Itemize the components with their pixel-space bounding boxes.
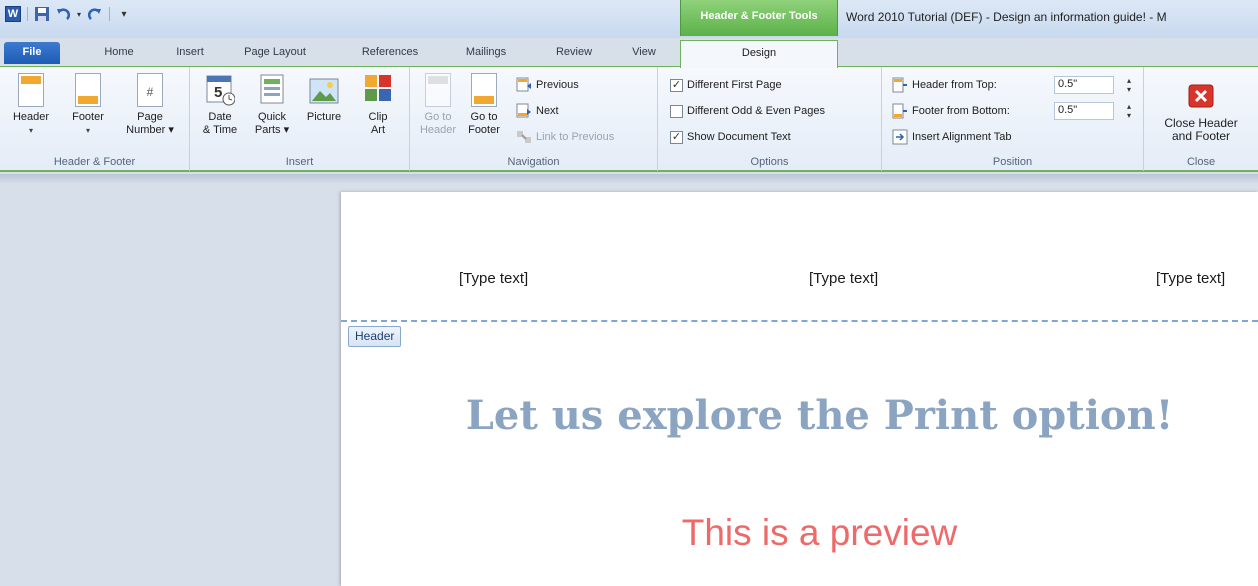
tab-review[interactable]: Review xyxy=(544,42,604,64)
save-icon[interactable] xyxy=(33,5,51,23)
quick-access-toolbar: W ▾ ▾ xyxy=(4,4,133,24)
group-label-options: Options xyxy=(750,156,789,168)
go-to-header-button[interactable]: Go to Header xyxy=(418,73,458,137)
customize-qat-button[interactable]: ▾ xyxy=(115,5,133,23)
page-number-icon: # xyxy=(137,73,163,107)
tab-design[interactable]: Design xyxy=(680,40,838,68)
link-to-previous-button[interactable]: Link to Previous xyxy=(516,127,614,147)
footer-position-icon xyxy=(892,103,907,119)
group-label-navigation: Navigation xyxy=(507,156,560,168)
go-to-footer-button[interactable]: Go to Footer xyxy=(462,73,506,137)
tab-page-layout[interactable]: Page Layout xyxy=(232,42,318,64)
different-first-page-checkbox[interactable]: ✓ Different First Page xyxy=(670,75,782,95)
footer-dropdown-icon: ▾ xyxy=(85,126,90,135)
next-icon xyxy=(516,103,531,118)
tab-insert[interactable]: Insert xyxy=(166,42,214,64)
tab-references[interactable]: References xyxy=(350,42,430,64)
date-time-button[interactable]: 5 Date & Time xyxy=(196,73,244,137)
window-title: Word 2010 Tutorial (DEF) - Design an inf… xyxy=(846,10,1167,24)
go-to-footer-icon xyxy=(471,73,497,107)
group-options: ✓ Different First Page Different Odd & E… xyxy=(658,67,882,171)
group-insert: 5 Date & Time Quick Parts ▾ Picture Clip… xyxy=(190,67,410,171)
different-odd-even-checkbox[interactable]: Different Odd & Even Pages xyxy=(670,101,825,121)
clip-art-button[interactable]: Clip Art xyxy=(354,73,402,137)
quick-parts-button[interactable]: Quick Parts ▾ xyxy=(248,73,296,137)
previous-button[interactable]: Previous xyxy=(516,75,579,95)
tab-view[interactable]: View xyxy=(618,42,670,64)
qat-separator xyxy=(27,7,28,21)
tab-home[interactable]: Home xyxy=(94,42,144,64)
group-header-footer: Header ▾ Footer ▾ # Page Number ▾ Header… xyxy=(0,67,190,171)
word-logo-icon[interactable]: W xyxy=(4,5,22,23)
qat-separator xyxy=(109,7,110,21)
header-position-icon xyxy=(892,77,907,93)
group-navigation: Go to Header Go to Footer Previous Next … xyxy=(410,67,658,171)
calendar-number: 5 xyxy=(214,84,222,101)
tab-mailings[interactable]: Mailings xyxy=(450,42,522,64)
header-tag: Header xyxy=(348,326,402,347)
header-from-top-input[interactable]: 0.5" xyxy=(1054,76,1114,94)
checkbox-checked-icon: ✓ xyxy=(670,130,683,144)
footer-icon xyxy=(75,73,101,107)
footer-from-bottom-label: Footer from Bottom: xyxy=(892,101,1010,121)
ribbon-shadow xyxy=(0,174,1258,184)
undo-icon[interactable] xyxy=(54,5,72,23)
calendar-icon: 5 xyxy=(205,73,236,107)
footer-from-bottom-input[interactable]: 0.5" xyxy=(1054,102,1114,120)
group-label-insert: Insert xyxy=(285,156,314,168)
group-close: Close Header and Footer Close xyxy=(1144,67,1258,171)
header-dropdown-icon: ▾ xyxy=(28,126,33,135)
header-right-text[interactable]: [Type text] xyxy=(1156,270,1225,287)
picture-button[interactable]: Picture xyxy=(298,73,350,124)
ribbon-tab-row: File Home Insert Page Layout References … xyxy=(0,38,1258,68)
close-icon xyxy=(1187,83,1215,109)
picture-icon xyxy=(309,73,339,107)
footer-from-bottom-spinner[interactable]: ▴ ▾ xyxy=(1122,102,1136,120)
insert-alignment-tab-button[interactable]: Insert Alignment Tab xyxy=(892,127,1011,147)
group-label-position: Position xyxy=(992,156,1033,168)
checkbox-checked-icon: ✓ xyxy=(670,78,683,92)
document-subtitle[interactable]: This is a preview xyxy=(341,512,1258,554)
link-icon xyxy=(517,131,531,143)
document-title[interactable]: Let us explore the Print option! xyxy=(341,392,1258,439)
tab-file[interactable]: File xyxy=(4,42,60,64)
undo-dropdown-icon[interactable]: ▾ xyxy=(75,5,83,23)
document-page[interactable]: [Type text] [Type text] [Type text] Head… xyxy=(341,192,1258,586)
header-icon xyxy=(18,73,44,107)
clip-art-icon xyxy=(363,73,393,107)
alignment-tab-icon xyxy=(892,129,908,145)
header-boundary-line xyxy=(341,320,1258,322)
show-document-text-checkbox[interactable]: ✓ Show Document Text xyxy=(670,127,791,147)
checkbox-unchecked-icon xyxy=(670,104,683,118)
redo-icon[interactable] xyxy=(86,5,104,23)
group-position: Header from Top: 0.5" ▴ ▾ Footer from Bot… xyxy=(882,67,1144,171)
go-to-header-icon xyxy=(425,73,451,107)
header-from-top-spinner[interactable]: ▴ ▾ xyxy=(1122,76,1136,94)
footer-button[interactable]: Footer ▾ xyxy=(62,73,114,137)
header-left-text[interactable]: [Type text] xyxy=(459,270,528,287)
next-button[interactable]: Next xyxy=(516,101,559,121)
header-button[interactable]: Header ▾ xyxy=(8,73,54,137)
close-header-footer-button[interactable]: Close Header and Footer xyxy=(1152,83,1250,143)
quick-parts-icon xyxy=(257,73,287,107)
previous-icon xyxy=(516,77,531,92)
title-bar: W ▾ ▾ Header & Footer Tools Word 2010 Tu… xyxy=(0,0,1258,38)
contextual-tab-group-title: Header & Footer Tools xyxy=(680,0,838,36)
ribbon: Header ▾ Footer ▾ # Page Number ▾ Header… xyxy=(0,66,1258,172)
group-label-close: Close xyxy=(1186,156,1216,168)
header-from-top-label: Header from Top: xyxy=(892,75,997,95)
page-number-button[interactable]: # Page Number ▾ xyxy=(120,73,180,137)
header-center-text[interactable]: [Type text] xyxy=(809,270,878,287)
group-label-header-footer: Header & Footer xyxy=(53,156,136,168)
